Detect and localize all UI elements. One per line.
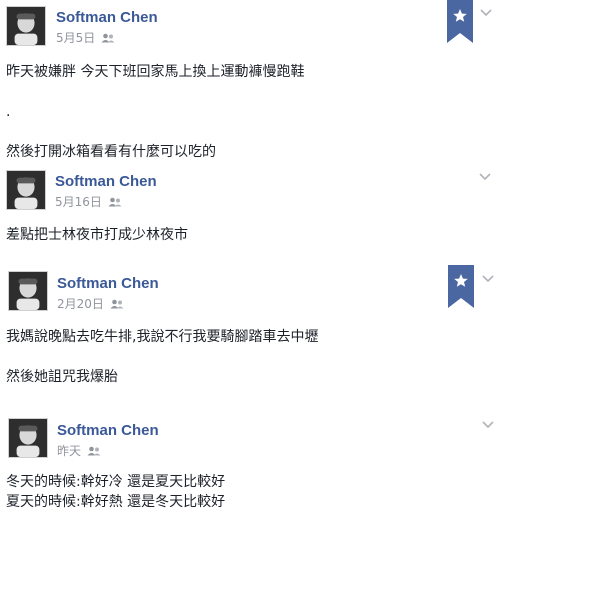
avatar[interactable] — [8, 418, 48, 458]
post-timestamp[interactable]: 昨天 — [57, 444, 81, 458]
friends-icon[interactable] — [110, 299, 124, 309]
starred-bookmark-icon[interactable] — [447, 0, 473, 43]
friends-icon[interactable] — [108, 197, 122, 207]
post-card: Softman Chen 2月20日 我媽說晚點去吃牛排,我說不行我要騎腳踏車去… — [0, 265, 600, 410]
author-name[interactable]: Softman Chen — [55, 173, 157, 190]
avatar[interactable] — [8, 271, 48, 311]
post-date: 昨天 — [57, 442, 101, 459]
avatar[interactable] — [6, 6, 46, 46]
friends-icon[interactable] — [87, 446, 101, 456]
friends-icon[interactable] — [101, 33, 115, 43]
post-card: Softman Chen 5月16日 差點把士林夜市打成少林夜市 — [0, 165, 600, 265]
post-text: 昨天被嫌胖 今天下班回家馬上換上運動褲慢跑鞋 . 然後打開冰箱看看有什麼可以吃的 — [6, 64, 305, 160]
post-text: 我媽說晚點去吃牛排,我說不行我要騎腳踏車去中壢 然後她詛咒我爆胎 — [6, 329, 319, 385]
post-date: 2月20日 — [57, 295, 124, 312]
post-text: 冬天的時候:幹好冷 還是夏天比較好 夏天的時候:幹好熱 還是冬天比較好 — [6, 474, 226, 510]
chevron-down-icon[interactable] — [482, 275, 494, 283]
avatar[interactable] — [6, 170, 46, 210]
post-card: Softman Chen 5月5日 昨天被嫌胖 今天下班回家馬上換上運動褲慢跑鞋… — [0, 0, 600, 165]
post-timestamp[interactable]: 5月5日 — [56, 31, 95, 45]
chevron-down-icon[interactable] — [480, 9, 492, 17]
post-text: 差點把士林夜市打成少林夜市 — [6, 227, 188, 243]
starred-bookmark-icon[interactable] — [448, 265, 474, 308]
post-date: 5月16日 — [55, 193, 122, 210]
post-card: Softman Chen 昨天 冬天的時候:幹好冷 還是夏天比較好 夏天的時候:… — [0, 410, 600, 600]
post-timestamp[interactable]: 5月16日 — [55, 195, 102, 209]
author-name[interactable]: Softman Chen — [57, 422, 159, 439]
chevron-down-icon[interactable] — [482, 421, 494, 429]
post-timestamp[interactable]: 2月20日 — [57, 297, 104, 311]
post-date: 5月5日 — [56, 29, 115, 46]
chevron-down-icon[interactable] — [479, 173, 491, 181]
author-name[interactable]: Softman Chen — [57, 275, 159, 292]
author-name[interactable]: Softman Chen — [56, 9, 158, 26]
